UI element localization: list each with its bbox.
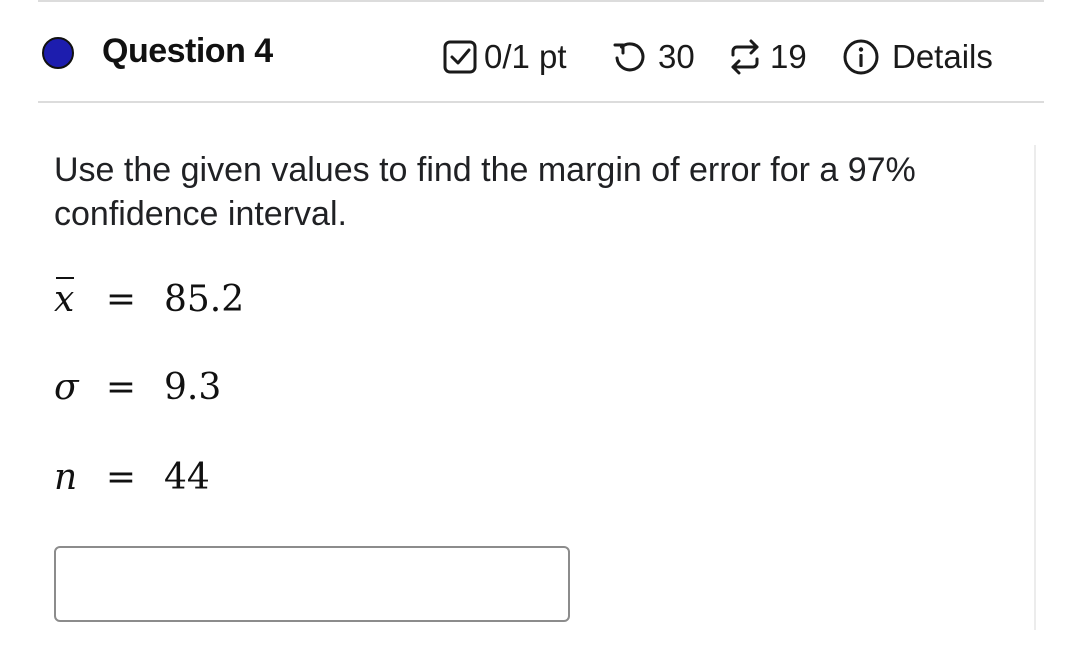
question-status-dot (42, 37, 74, 69)
n-value: 44 (164, 456, 210, 498)
given-value-mean: x = 85.2 (54, 276, 244, 322)
question-title: Question 4 (102, 32, 273, 70)
details-label[interactable]: Details (892, 38, 993, 76)
sigma-symbol: σ (54, 366, 79, 408)
mean-value: 85.2 (164, 278, 245, 320)
checkbox-icon (443, 40, 477, 74)
mean-symbol: x (54, 276, 96, 320)
score-text: 0/1 pt (484, 38, 567, 75)
header-divider (38, 101, 1044, 103)
given-value-sigma: σ = 9.3 (54, 364, 221, 410)
content-right-border (1034, 145, 1036, 630)
attempts-icon (731, 39, 759, 75)
answer-input[interactable] (54, 546, 570, 622)
equals-sign: = (105, 456, 137, 498)
info-icon (843, 39, 879, 75)
score-indicator: 0/1 pt (442, 34, 567, 80)
given-value-n: n = 44 (54, 454, 210, 500)
equals-sign: = (105, 366, 137, 408)
details-button[interactable]: Details (842, 34, 993, 80)
retries-indicator: 30 (612, 34, 695, 80)
n-symbol: n (54, 456, 78, 498)
attempts-indicator: 19 (728, 34, 807, 80)
sigma-value: 9.3 (164, 366, 222, 408)
question-prompt: Use the given values to find the margin … (54, 151, 916, 233)
retry-icon (613, 42, 645, 72)
retries-count: 30 (658, 38, 695, 75)
equals-sign: = (105, 278, 137, 320)
attempts-count: 19 (770, 38, 807, 75)
question-header: Question 4 0/1 pt 30 19 Details (0, 0, 1080, 102)
